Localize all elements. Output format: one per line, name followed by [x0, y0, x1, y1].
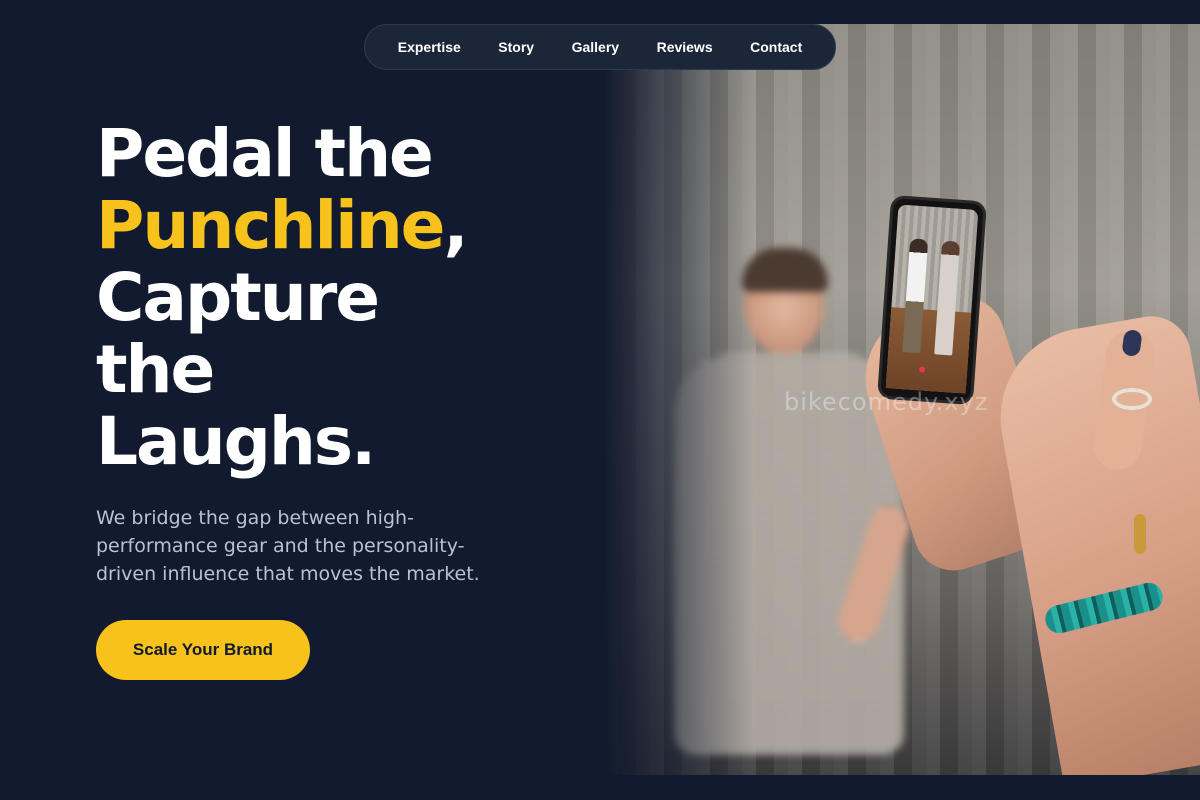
gold-bracelet — [1134, 514, 1146, 554]
ring — [1112, 388, 1152, 410]
heart-icon — [918, 365, 926, 373]
hero-title-line-5: Laughs. — [96, 403, 376, 480]
nav-link-story[interactable]: Story — [494, 33, 538, 61]
person-hair — [742, 248, 828, 292]
phone-screen — [885, 204, 979, 394]
hero-title-line-4: the — [96, 331, 215, 408]
watermark: bikecomedy.xyz — [784, 388, 989, 416]
nav-link-contact[interactable]: Contact — [746, 33, 806, 61]
scale-your-brand-button[interactable]: Scale Your Brand — [96, 620, 310, 680]
top-nav: Expertise Story Gallery Reviews Contact — [364, 24, 836, 70]
phone-screen-floor — [885, 307, 972, 394]
nav-link-expertise[interactable]: Expertise — [394, 33, 465, 61]
smartphone — [877, 194, 987, 406]
nav-link-reviews[interactable]: Reviews — [653, 33, 717, 61]
hero-title: Pedal the Punchline, Capture the Laughs. — [96, 118, 576, 478]
nav-link-gallery[interactable]: Gallery — [568, 33, 623, 61]
hero-title-comma: , — [443, 187, 468, 264]
hero-title-line-2: Punchline, — [96, 190, 576, 262]
hero-title-accent: Punchline — [96, 187, 445, 264]
hero-subtitle: We bridge the gap between high-performan… — [96, 507, 480, 585]
hero-title-line-1: Pedal the — [96, 115, 434, 192]
hero-title-line-3: Capture — [96, 259, 380, 336]
blurred-person — [644, 248, 915, 775]
hero-photo: bikecomedy.xyz — [604, 24, 1200, 775]
